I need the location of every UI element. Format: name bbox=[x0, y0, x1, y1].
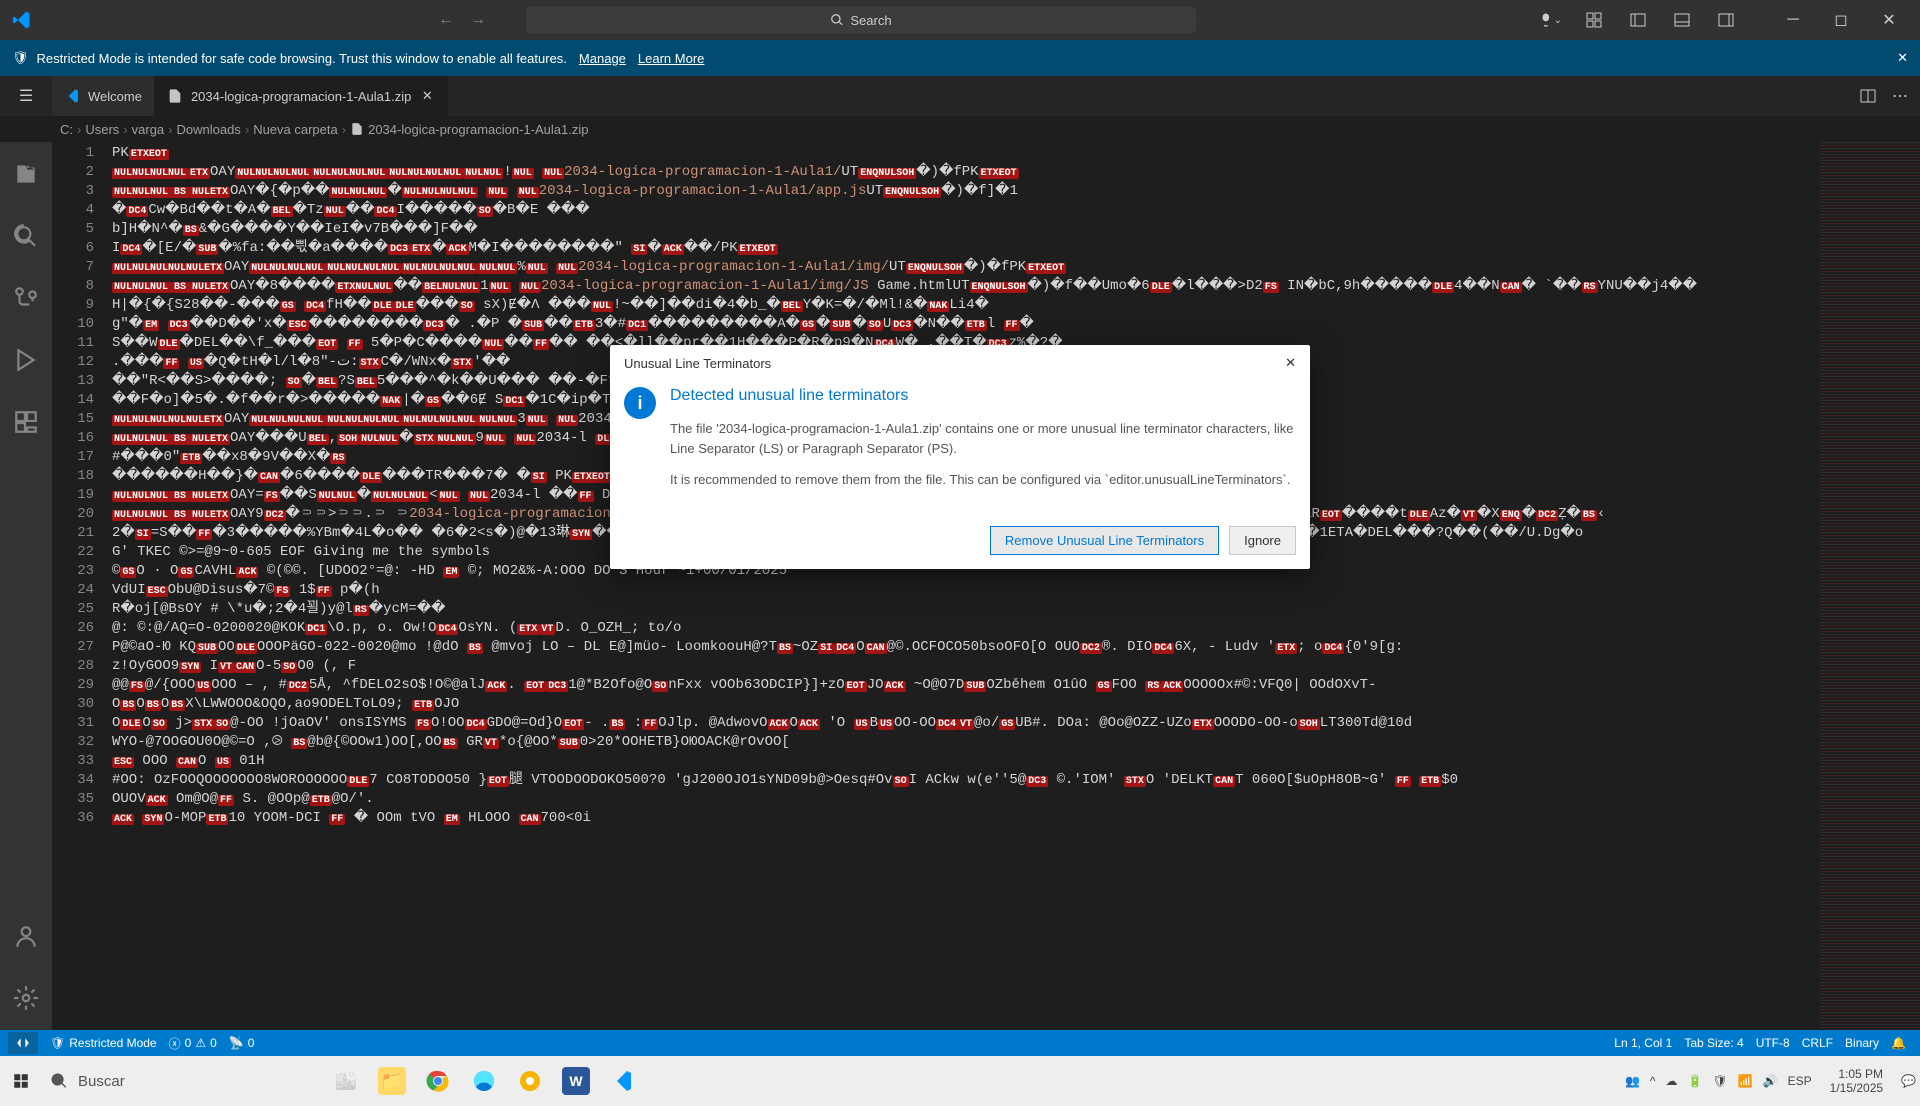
search-icon bbox=[50, 1072, 68, 1090]
breadcrumb-item[interactable]: 2034-logica-programacion-1-Aula1.zip bbox=[368, 122, 588, 137]
nav-back-button[interactable]: ← bbox=[432, 6, 460, 34]
line-numbers: 1234567891011121314151617181920212223242… bbox=[52, 142, 112, 1030]
ignore-button[interactable]: Ignore bbox=[1229, 526, 1296, 555]
restricted-mode-status[interactable]: 🛡 Restricted Mode bbox=[44, 1036, 163, 1050]
source-control-icon[interactable] bbox=[2, 274, 50, 322]
status-bar: 🛡 Restricted Mode ⓧ 0 ⚠ 0 📡 0 Ln 1, Col … bbox=[0, 1030, 1920, 1056]
restricted-mode-banner: 🛡 Restricted Mode is intended for safe c… bbox=[0, 40, 1920, 76]
nav-forward-button[interactable]: → bbox=[464, 6, 492, 34]
edge-icon[interactable] bbox=[462, 1061, 506, 1101]
volume-icon[interactable]: 🔊 bbox=[1763, 1074, 1778, 1088]
command-center-search[interactable]: Search bbox=[526, 6, 1196, 34]
chevron-right-icon: › bbox=[168, 122, 172, 137]
taskbar-search[interactable]: Buscar bbox=[38, 1061, 318, 1101]
window-maximize-button[interactable]: ◻ bbox=[1818, 2, 1864, 38]
windows-taskbar: Buscar 🏙 📁 W 👥 ^ ☁ 🔋 🛡 📶 🔊 ESP 1:05 PM 1… bbox=[0, 1056, 1920, 1106]
breadcrumb-item[interactable]: C: bbox=[60, 122, 73, 137]
toggle-panel-icon[interactable] bbox=[1670, 8, 1694, 32]
tab-label: Welcome bbox=[88, 89, 142, 104]
tray-chevron-icon[interactable]: ^ bbox=[1650, 1074, 1656, 1088]
breadcrumb-item[interactable]: Downloads bbox=[177, 122, 241, 137]
cursor-position[interactable]: Ln 1, Col 1 bbox=[1608, 1036, 1678, 1050]
breadcrumb-item[interactable]: Users bbox=[85, 122, 119, 137]
explorer-icon[interactable] bbox=[2, 150, 50, 198]
extensions-icon[interactable] bbox=[2, 398, 50, 446]
search-placeholder: Search bbox=[850, 13, 891, 28]
word-icon[interactable]: W bbox=[554, 1061, 598, 1101]
language-mode[interactable]: Binary bbox=[1839, 1036, 1885, 1050]
toggle-sidebar-icon[interactable] bbox=[1626, 8, 1650, 32]
encoding[interactable]: UTF-8 bbox=[1750, 1036, 1796, 1050]
menu-button[interactable]: ☰ bbox=[0, 76, 52, 116]
welcome-tab[interactable]: Welcome bbox=[52, 76, 155, 116]
security-icon[interactable]: 🛡 bbox=[1713, 1074, 1728, 1088]
vscode-taskbar-icon[interactable] bbox=[600, 1061, 644, 1101]
file-tab[interactable]: 2034-logica-programacion-1-Aula1.zip ✕ bbox=[155, 76, 448, 116]
window-close-button[interactable]: ✕ bbox=[1866, 2, 1912, 38]
dialog-text-1: The file '2034-logica-programacion-1-Aul… bbox=[670, 419, 1296, 458]
dialog-close-button[interactable]: ✕ bbox=[1285, 355, 1296, 371]
action-center-icon[interactable]: 💬 bbox=[1901, 1074, 1916, 1088]
vscode-icon bbox=[64, 88, 80, 104]
banner-message: Restricted Mode is intended for safe cod… bbox=[37, 51, 567, 66]
main-area: 1234567891011121314151617181920212223242… bbox=[0, 142, 1920, 1030]
settings-gear-icon[interactable] bbox=[2, 974, 50, 1022]
more-actions-icon[interactable]: ⋯ bbox=[1888, 84, 1912, 108]
chevron-right-icon: › bbox=[342, 122, 346, 137]
tab-label: 2034-logica-programacion-1-Aula1.zip bbox=[191, 89, 411, 104]
meet-now-icon[interactable]: 👥 bbox=[1625, 1074, 1640, 1088]
wifi-icon[interactable]: 📶 bbox=[1738, 1074, 1753, 1088]
tab-size[interactable]: Tab Size: 4 bbox=[1678, 1036, 1749, 1050]
notifications-icon[interactable]: 🔔 bbox=[1885, 1036, 1912, 1050]
battery-icon[interactable]: 🔋 bbox=[1688, 1074, 1703, 1088]
copilot-icon[interactable]: ⌄ bbox=[1538, 8, 1562, 32]
search-icon bbox=[830, 13, 844, 27]
search-activity-icon[interactable] bbox=[2, 212, 50, 260]
activity-bar bbox=[0, 142, 52, 1030]
problems-status[interactable]: ⓧ 0 ⚠ 0 bbox=[163, 1035, 223, 1052]
start-button[interactable] bbox=[4, 1061, 38, 1101]
split-editor-icon[interactable] bbox=[1856, 84, 1880, 108]
file-icon bbox=[350, 122, 364, 136]
manage-link[interactable]: Manage bbox=[579, 51, 626, 66]
title-bar: ← → Search ⌄ ─ ◻ ✕ bbox=[0, 0, 1920, 40]
tab-bar: ☰ Welcome 2034-logica-programacion-1-Aul… bbox=[0, 76, 1920, 116]
learn-more-link[interactable]: Learn More bbox=[638, 51, 704, 66]
ports-status[interactable]: 📡 0 bbox=[223, 1036, 261, 1050]
shield-icon: 🛡 bbox=[12, 50, 29, 66]
breadcrumb-item[interactable]: varga bbox=[132, 122, 165, 137]
tab-close-button[interactable]: ✕ bbox=[419, 88, 435, 104]
breadcrumb: C:› Users› varga› Downloads› Nueva carpe… bbox=[0, 116, 1920, 142]
language-indicator[interactable]: ESP bbox=[1788, 1074, 1812, 1088]
layout-customize-icon[interactable] bbox=[1582, 8, 1606, 32]
file-icon bbox=[167, 88, 183, 104]
chevron-right-icon: › bbox=[245, 122, 249, 137]
breadcrumb-item[interactable]: Nueva carpeta bbox=[253, 122, 338, 137]
toggle-secondary-sidebar-icon[interactable] bbox=[1714, 8, 1738, 32]
onedrive-icon[interactable]: ☁ bbox=[1666, 1074, 1678, 1088]
chrome-icon[interactable] bbox=[416, 1061, 460, 1101]
code-content[interactable]: PKETXEOTNULNULNULNULETXOAYNULNULNULNULNU… bbox=[112, 142, 1820, 1030]
chevron-right-icon: › bbox=[77, 122, 81, 137]
chrome-canary-icon[interactable] bbox=[508, 1061, 552, 1101]
dialog-title: Unusual Line Terminators bbox=[624, 356, 771, 371]
vscode-logo-icon bbox=[12, 10, 32, 30]
dialog-text-2: It is recommended to remove them from th… bbox=[670, 470, 1296, 490]
remote-indicator[interactable] bbox=[8, 1032, 38, 1054]
close-banner-button[interactable]: ✕ bbox=[1897, 50, 1908, 66]
file-explorer-icon[interactable]: 📁 bbox=[370, 1061, 414, 1101]
window-minimize-button[interactable]: ─ bbox=[1770, 2, 1816, 38]
info-icon: i bbox=[624, 387, 656, 419]
remove-terminators-button[interactable]: Remove Unusual Line Terminators bbox=[990, 526, 1219, 555]
taskview-icon[interactable]: 🏙 bbox=[324, 1061, 368, 1101]
accounts-icon[interactable] bbox=[2, 912, 50, 960]
chevron-right-icon: › bbox=[123, 122, 127, 137]
editor[interactable]: 1234567891011121314151617181920212223242… bbox=[52, 142, 1920, 1030]
unusual-terminators-dialog: Unusual Line Terminators ✕ i Detected un… bbox=[610, 345, 1310, 569]
system-clock[interactable]: 1:05 PM 1/15/2025 bbox=[1822, 1067, 1891, 1096]
minimap[interactable] bbox=[1820, 142, 1920, 1030]
eol[interactable]: CRLF bbox=[1796, 1036, 1839, 1050]
dialog-heading: Detected unusual line terminators bbox=[670, 387, 1296, 405]
run-debug-icon[interactable] bbox=[2, 336, 50, 384]
